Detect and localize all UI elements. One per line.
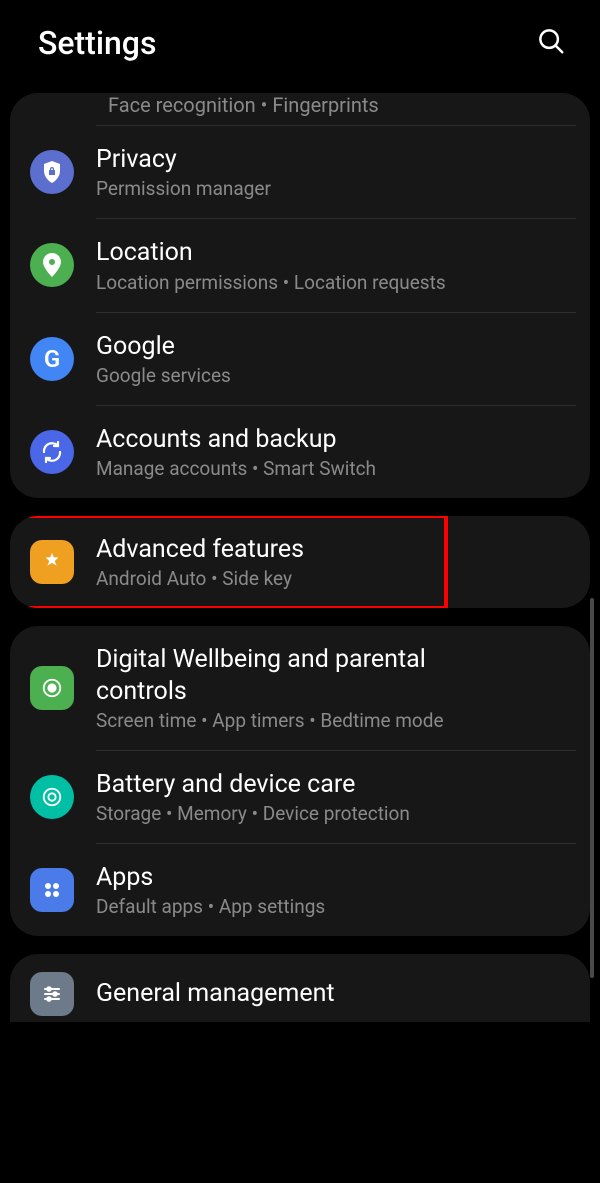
privacy-icon xyxy=(30,150,74,194)
page-title: Settings xyxy=(38,24,156,62)
row-title: Location xyxy=(96,237,446,268)
general-management-icon xyxy=(30,972,74,1016)
row-title: Battery and device care xyxy=(96,769,410,800)
settings-group-3: Digital Wellbeing and parental controls … xyxy=(10,626,590,936)
row-sub: Location permissions • Location requests xyxy=(96,271,446,294)
truncated-previous-item: Face recognition • Fingerprints xyxy=(10,93,590,125)
row-title: Google xyxy=(96,331,231,362)
row-title: Digital Wellbeing and parental controls xyxy=(96,644,516,707)
row-sub: Google services xyxy=(96,364,231,387)
settings-item-battery-care[interactable]: Battery and device care Storage • Memory… xyxy=(10,751,590,843)
row-sub: Permission manager xyxy=(96,177,271,200)
wellbeing-icon xyxy=(30,666,74,710)
search-button[interactable] xyxy=(530,20,572,65)
row-title: Privacy xyxy=(96,144,271,175)
google-icon: G xyxy=(30,337,74,381)
settings-item-advanced-features[interactable]: Advanced features Android Auto • Side ke… xyxy=(10,516,590,608)
settings-item-general-management[interactable]: General management xyxy=(10,954,590,1022)
row-title: Accounts and backup xyxy=(96,424,376,455)
row-title: General management xyxy=(96,978,335,1009)
settings-item-privacy[interactable]: Privacy Permission manager xyxy=(10,126,590,218)
settings-group-1: Face recognition • Fingerprints Privacy … xyxy=(10,93,590,498)
settings-item-accounts-backup[interactable]: Accounts and backup Manage accounts • Sm… xyxy=(10,406,590,498)
row-sub: Storage • Memory • Device protection xyxy=(96,802,410,825)
row-sub: Android Auto • Side key xyxy=(96,567,304,590)
settings-item-location[interactable]: Location Location permissions • Location… xyxy=(10,219,590,311)
row-title: Apps xyxy=(96,862,325,893)
settings-item-apps[interactable]: Apps Default apps • App settings xyxy=(10,844,590,936)
apps-icon xyxy=(30,868,74,912)
settings-item-digital-wellbeing[interactable]: Digital Wellbeing and parental controls … xyxy=(10,626,590,750)
location-icon xyxy=(30,243,74,287)
settings-group-advanced: Advanced features Android Auto • Side ke… xyxy=(10,516,590,608)
advanced-features-icon xyxy=(30,540,74,584)
row-sub: Manage accounts • Smart Switch xyxy=(96,457,376,480)
header: Settings xyxy=(0,0,600,93)
row-title: Advanced features xyxy=(96,534,304,565)
row-sub: Default apps • App settings xyxy=(96,895,325,918)
settings-item-google[interactable]: G Google Google services xyxy=(10,313,590,405)
settings-group-4: General management xyxy=(10,954,590,1022)
row-sub: Screen time • App timers • Bedtime mode xyxy=(96,709,516,732)
search-icon xyxy=(536,44,566,59)
scrollbar[interactable] xyxy=(590,598,594,978)
battery-care-icon xyxy=(30,775,74,819)
sync-icon xyxy=(30,430,74,474)
